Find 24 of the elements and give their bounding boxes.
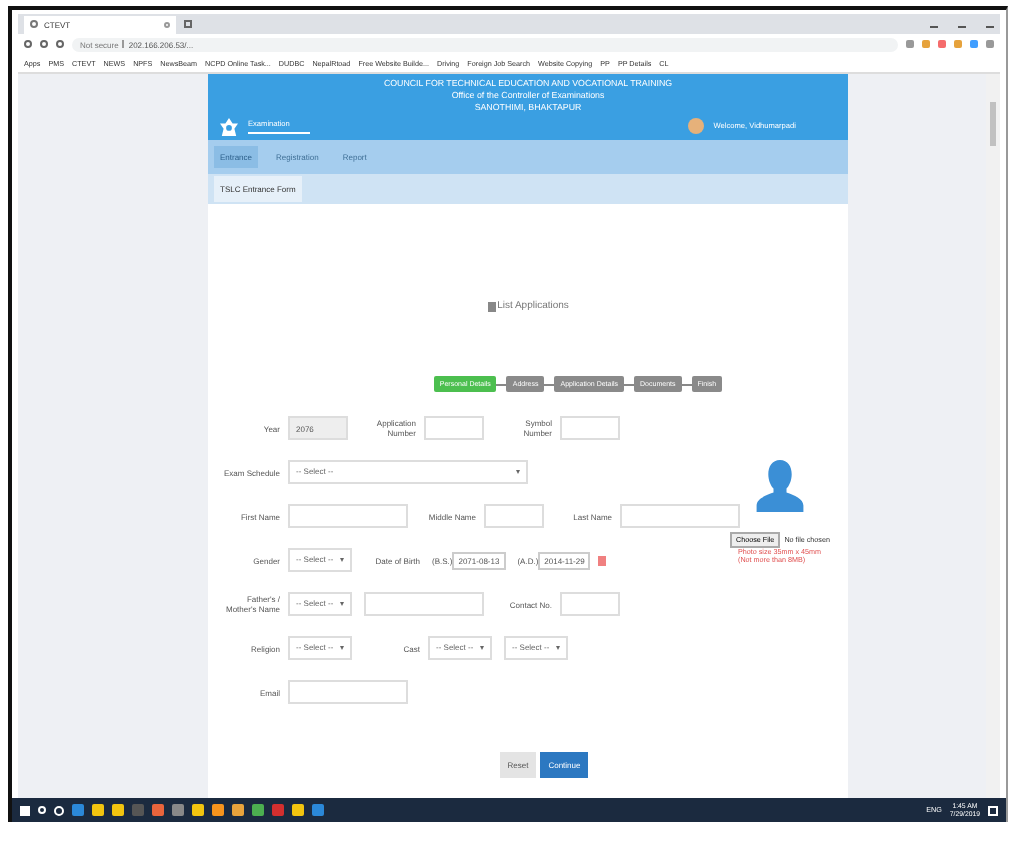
- circle-icon[interactable]: [54, 805, 64, 815]
- minimize-icon[interactable]: [930, 20, 938, 28]
- caret-icon: [340, 558, 344, 564]
- windows-start-icon[interactable]: [20, 805, 30, 815]
- calendar-icon[interactable]: [598, 555, 607, 565]
- caret-icon: [556, 646, 560, 652]
- text-field[interactable]: [560, 592, 620, 616]
- caret-icon: [516, 470, 520, 476]
- person-silhouette-icon: [753, 456, 806, 516]
- text-field[interactable]: [484, 504, 544, 528]
- text-field[interactable]: [424, 416, 484, 440]
- scroll-thumb[interactable]: [990, 102, 996, 146]
- text-field[interactable]: [364, 592, 484, 616]
- caret-icon: [480, 646, 484, 652]
- list-icon: [487, 301, 496, 311]
- search-icon[interactable]: [38, 806, 46, 814]
- emblem-icon: [220, 117, 238, 135]
- avatar-icon: [687, 118, 704, 134]
- text-field[interactable]: [288, 504, 408, 528]
- text-field[interactable]: [560, 416, 620, 440]
- caret-icon: [340, 646, 344, 652]
- text-field[interactable]: [620, 504, 740, 528]
- caret-icon: [340, 602, 344, 608]
- text-field[interactable]: [288, 680, 408, 704]
